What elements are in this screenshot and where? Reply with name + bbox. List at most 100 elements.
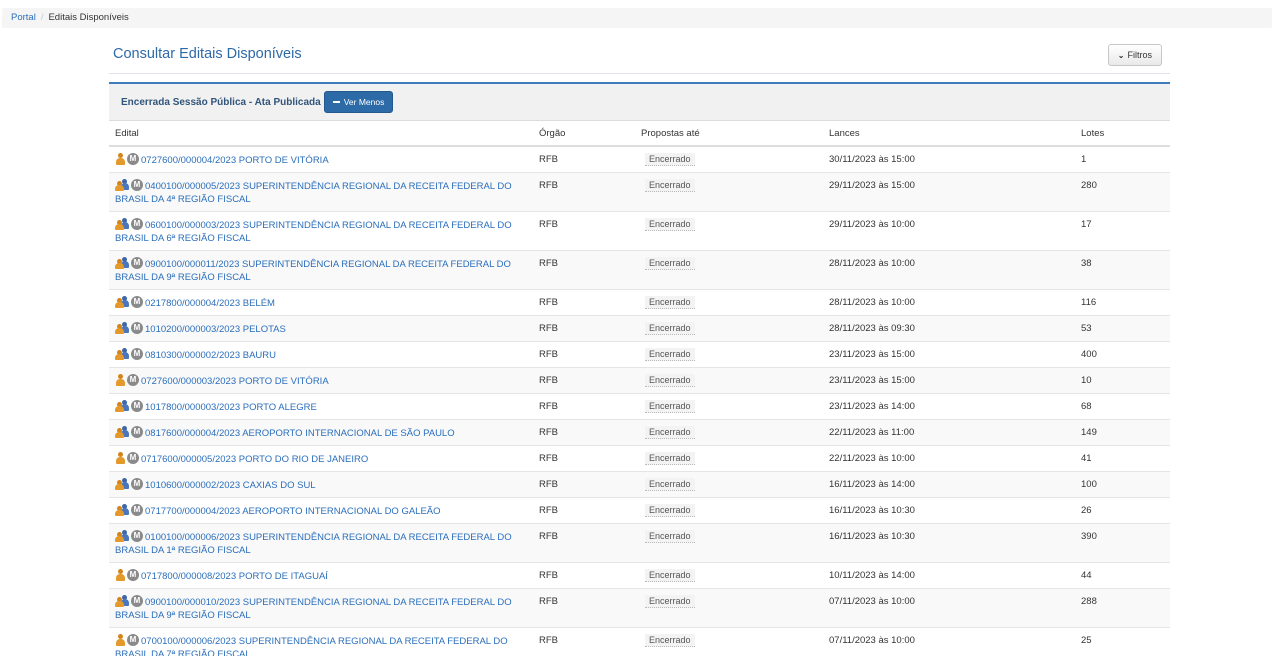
cell-lotes: 10 [1075,366,1170,393]
edital-link[interactable]: 0717800/000008/2023 PORTO DE ITAGUAÍ [141,571,328,582]
column-header-edital[interactable]: Edital [109,121,533,147]
cell-orgao: RFB [533,444,635,471]
group-icon [115,503,129,516]
mode-badge-icon: M [127,633,139,646]
breadcrumb-portal-link[interactable]: Portal [11,12,36,23]
group-icon [115,594,129,607]
cell-lances: 22/11/2023 às 11:00 [823,418,1075,445]
page-title: Consultar Editais Disponíveis [113,46,302,62]
cell-lotes: 26 [1075,496,1170,523]
cell-lances: 29/11/2023 às 15:00 [823,171,1075,211]
group-icon [115,347,129,360]
mode-badge-icon: M [127,153,139,165]
cell-propostas: Encerrado [635,210,823,250]
status-badge: Encerrado [645,451,695,465]
column-header-lotes[interactable]: Lotes [1075,121,1170,147]
cell-lances: 07/11/2023 às 10:00 [823,626,1075,656]
cell-edital: M 0400100/000005/2023 SUPERINTENDÊNCIA RE… [109,171,533,211]
table-row: M 0717800/000008/2023 PORTO DE ITAGUAÍ RFB… [109,561,1170,588]
cell-edital: M 0717600/000005/2023 PORTO DO RIO DE JAN… [109,444,533,471]
mode-badge-icon: M [127,373,139,386]
column-header-propostas[interactable]: Propostas até [635,121,823,147]
table-row: M 0900100/000011/2023 SUPERINTENDÊNCIA RE… [109,249,1170,289]
table-row: M 1010600/000002/2023 CAXIAS DO SUL RFB Enc… [109,470,1170,497]
cell-orgao: RFB [533,366,635,393]
cell-orgao: RFB [533,145,635,172]
cell-edital: M 0727600/000004/2023 PORTO DE VITÓRIA [109,145,533,172]
edital-link[interactable]: 0727600/000003/2023 PORTO DE VITÓRIA [141,376,329,387]
cell-orgao: RFB [533,392,635,419]
mode-badge-icon: M [131,178,143,191]
panel-heading: Encerrada Sessão Pública - Ata Publicada… [109,82,1170,121]
edital-link[interactable]: 0217800/000004/2023 BELÉM [145,298,275,309]
cell-lances: 16/11/2023 às 10:30 [823,522,1075,562]
cell-lances: 16/11/2023 às 14:00 [823,470,1075,497]
cell-lotes: 390 [1075,522,1170,562]
cell-orgao: RFB [533,171,635,211]
cell-lotes: 116 [1075,288,1170,315]
cell-propostas: Encerrado [635,145,823,172]
status-badge: Encerrado [645,529,695,543]
status-badge: Encerrado [645,295,695,309]
table-row: M 0400100/000005/2023 SUPERINTENDÊNCIA RE… [109,171,1170,211]
column-header-lances[interactable]: Lances [823,121,1075,147]
filters-button[interactable]: ⌄ Filtros [1107,44,1162,66]
mode-badge-icon: M [131,256,143,269]
edital-link[interactable]: 0717700/000004/2023 AEROPORTO INTERNACIO… [145,506,441,517]
cell-edital: M 1010200/000003/2023 PELOTAS [109,314,533,341]
cell-edital: M 0217800/000004/2023 BELÉM [109,288,533,315]
table-row: M 0700100/000006/2023 SUPERINTENDÊNCIA RE… [109,626,1170,656]
cell-lotes: 53 [1075,314,1170,341]
edital-link[interactable]: 1017800/000003/2023 PORTO ALEGRE [145,402,317,413]
edital-icons: M [115,425,143,438]
cell-propostas: Encerrado [635,522,823,562]
breadcrumb-separator: / [40,12,44,23]
cell-orgao: RFB [533,626,635,656]
edital-link[interactable]: 0810300/000002/2023 BAURU [145,350,276,361]
cell-lances: 16/11/2023 às 10:30 [823,496,1075,523]
cell-orgao: RFB [533,561,635,588]
edital-link[interactable]: 0700100/000006/2023 SUPERINTENDÊNCIA REG… [115,636,508,656]
cell-propostas: Encerrado [635,626,823,656]
cell-orgao: RFB [533,496,635,523]
cell-orgao: RFB [533,288,635,315]
cell-edital: M 1010600/000002/2023 CAXIAS DO SUL [109,470,533,497]
status-badge: Encerrado [645,633,695,647]
edital-link[interactable]: 1010600/000002/2023 CAXIAS DO SUL [145,480,316,491]
edital-link[interactable]: 0727600/000004/2023 PORTO DE VITÓRIA [141,155,329,166]
edital-link[interactable]: 0600100/000003/2023 SUPERINTENDÊNCIA REG… [115,220,512,244]
status-badge: Encerrado [645,477,695,491]
edital-link[interactable]: 0817600/000004/2023 AEROPORTO INTERNACIO… [145,428,455,439]
group-icon [115,256,129,269]
mode-badge-icon: M [131,529,143,542]
cell-propostas: Encerrado [635,314,823,341]
edital-link[interactable]: 0400100/000005/2023 SUPERINTENDÊNCIA REG… [115,181,512,205]
table-row: M 0717700/000004/2023 AEROPORTO INTERNACI… [109,496,1170,523]
cell-orgao: RFB [533,587,635,627]
status-badge: Encerrado [645,347,695,361]
cell-propostas: Encerrado [635,249,823,289]
group-icon [115,399,129,412]
ver-menos-button[interactable]: Ver Menos [323,91,394,113]
edital-icons: M [115,373,139,386]
edital-icons: M [115,633,139,646]
edital-link[interactable]: 0900100/000011/2023 SUPERINTENDÊNCIA REG… [115,259,511,283]
edital-link[interactable]: 0100100/000006/2023 SUPERINTENDÊNCIA REG… [115,532,512,556]
column-header-orgao[interactable]: Órgão [533,121,635,147]
edital-icons: M [115,347,143,360]
edital-link[interactable]: 0900100/000010/2023 SUPERINTENDÊNCIA REG… [115,597,512,621]
cell-propostas: Encerrado [635,444,823,471]
mode-badge-icon: M [131,399,143,412]
cell-propostas: Encerrado [635,561,823,588]
edital-link[interactable]: 0717600/000005/2023 PORTO DO RIO DE JANE… [141,454,368,465]
mode-badge-icon: M [131,503,143,516]
edital-icons: M [115,321,143,334]
table-row: M 0817600/000004/2023 AEROPORTO INTERNACI… [109,418,1170,445]
status-badge: Encerrado [645,153,695,166]
mode-badge-icon: M [127,568,139,581]
edital-link[interactable]: 1010200/000003/2023 PELOTAS [145,324,286,335]
cell-edital: M 0900100/000011/2023 SUPERINTENDÊNCIA RE… [109,249,533,289]
cell-propostas: Encerrado [635,288,823,315]
cell-lances: 28/11/2023 às 09:30 [823,314,1075,341]
group-icon [115,425,129,438]
